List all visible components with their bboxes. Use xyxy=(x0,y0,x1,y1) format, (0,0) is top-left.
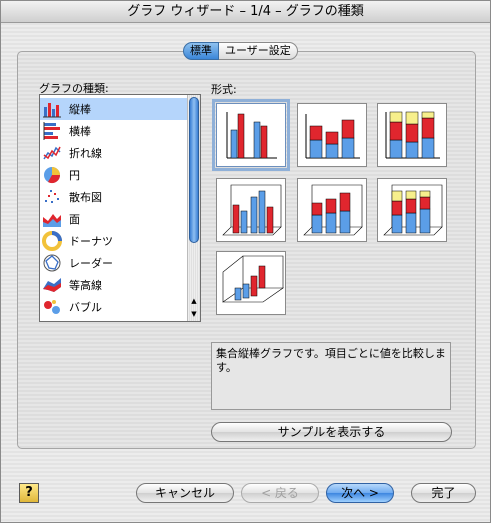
list-item-label: 横棒 xyxy=(69,125,91,138)
tab-custom[interactable]: ユーザー設定 xyxy=(219,42,298,60)
100-percent-stacked-column-icon xyxy=(385,111,440,159)
bubble-chart-icon xyxy=(42,297,62,317)
doughnut-chart-icon xyxy=(42,231,62,251)
list-item-radar[interactable]: レーダー xyxy=(40,252,188,274)
scroll-down-arrow-icon[interactable]: ▼ xyxy=(188,308,200,321)
chart-type-list[interactable]: 縦棒 横棒 折れ線 円 散布図 面 ドーナツ レーダー 等高線 バブル ▲ ▼ xyxy=(39,94,201,322)
list-item-doughnut[interactable]: ドーナツ xyxy=(40,230,188,252)
list-item-line[interactable]: 折れ線 xyxy=(40,142,188,164)
bar-chart-icon xyxy=(42,121,62,141)
list-item-column[interactable]: 縦棒 xyxy=(40,98,188,120)
list-item-label: 等高線 xyxy=(69,279,102,292)
list-item-label: 面 xyxy=(69,213,80,226)
subtype-label: 形式: xyxy=(211,83,237,96)
3d-100-percent-stacked-column-icon xyxy=(383,184,443,236)
line-chart-icon xyxy=(42,143,62,163)
list-item-scatter[interactable]: 散布図 xyxy=(40,186,188,208)
subtype-3d-100-stacked-column[interactable] xyxy=(377,178,447,242)
subtype-clustered-column[interactable] xyxy=(212,99,290,171)
subtype-3d-clustered-column[interactable] xyxy=(216,178,286,242)
back-button[interactable]: < 戻る xyxy=(241,483,319,503)
description-box: 集合縦棒グラフです。項目ごとに値を比較します。 xyxy=(211,342,451,410)
tab-bar: 標準 ユーザー設定 xyxy=(183,42,298,60)
scroll-up-arrow-icon[interactable]: ▲ xyxy=(188,295,200,308)
radar-chart-icon xyxy=(42,253,62,273)
subtype-100-stacked-column[interactable] xyxy=(377,103,447,167)
subtype-3d-stacked-column[interactable] xyxy=(297,178,367,242)
stacked-column-icon xyxy=(305,114,360,159)
list-item-pie[interactable]: 円 xyxy=(40,164,188,186)
list-item-area[interactable]: 面 xyxy=(40,208,188,230)
column-chart-icon xyxy=(42,99,62,119)
window-title: グラフ ウィザード – 1/4 – グラフの種類 xyxy=(1,1,490,23)
3d-stacked-column-icon xyxy=(303,184,363,236)
list-item-label: 折れ線 xyxy=(69,147,102,160)
clustered-column-icon xyxy=(226,112,277,159)
list-item-label: ドーナツ xyxy=(69,235,113,248)
3d-clustered-column-icon xyxy=(222,184,282,236)
surface-chart-icon xyxy=(42,275,62,295)
next-button[interactable]: 次へ > xyxy=(326,483,394,503)
preview-button[interactable]: サンプルを表示する xyxy=(211,422,452,442)
area-chart-icon xyxy=(42,209,62,229)
list-item-bar[interactable]: 横棒 xyxy=(40,120,188,142)
help-button[interactable]: ? xyxy=(19,483,39,503)
list-item-label: 縦棒 xyxy=(69,103,91,116)
pie-chart-icon xyxy=(42,165,62,185)
finish-button[interactable]: 完了 xyxy=(411,483,476,503)
subtype-3d-column[interactable] xyxy=(216,251,286,315)
scroll-thumb[interactable] xyxy=(189,97,199,243)
subtype-stacked-column[interactable] xyxy=(297,103,367,167)
list-item-surface[interactable]: 等高線 xyxy=(40,274,188,296)
list-item-bubble[interactable]: バブル xyxy=(40,296,188,318)
chart-wizard-window: グラフ ウィザード – 1/4 – グラフの種類 標準 ユーザー設定 グラフの種… xyxy=(0,0,491,523)
3d-column-icon xyxy=(222,255,284,303)
list-item-label: 円 xyxy=(69,169,80,182)
list-scrollbar[interactable]: ▲ ▼ xyxy=(187,95,200,321)
list-item-label: バブル xyxy=(69,301,102,314)
scatter-chart-icon xyxy=(42,187,62,207)
cancel-button[interactable]: キャンセル xyxy=(136,483,234,503)
tab-standard[interactable]: 標準 xyxy=(183,42,219,60)
list-item-label: 散布図 xyxy=(69,191,102,204)
list-item-label: レーダー xyxy=(69,257,113,270)
